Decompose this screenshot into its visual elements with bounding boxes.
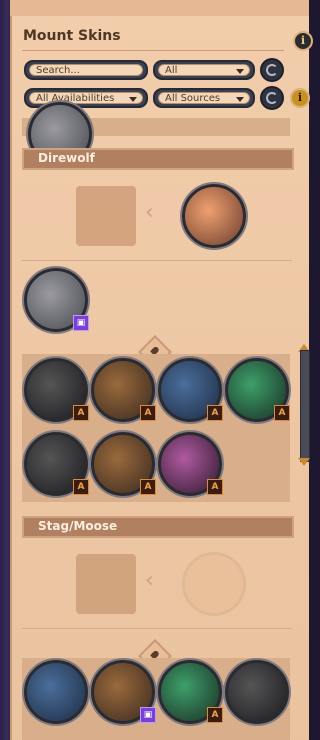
title-divider bbox=[22, 50, 284, 51]
twitch-icon: ▣ bbox=[140, 707, 156, 723]
info-icon[interactable]: i bbox=[290, 88, 310, 108]
mount-skin-portrait[interactable]: ▣ bbox=[91, 660, 156, 724]
mount-skin-portrait[interactable]: A bbox=[24, 432, 89, 496]
section-header-stag-moose: Stag/Moose bbox=[22, 516, 294, 538]
mount-skin-portrait[interactable] bbox=[24, 660, 88, 724]
info-icon[interactable]: i bbox=[293, 31, 313, 51]
panel-top-strip bbox=[10, 0, 309, 16]
mount-skin-portrait[interactable]: A bbox=[158, 432, 223, 496]
chevron-down-icon bbox=[236, 97, 244, 102]
reset-icon[interactable] bbox=[260, 58, 284, 82]
section-header-direwolf: Direwolf bbox=[22, 148, 294, 170]
twitch-icon: ▣ bbox=[73, 315, 89, 331]
chevron-down-icon bbox=[129, 97, 137, 102]
scroll-down-arrow[interactable] bbox=[298, 458, 310, 466]
mount-skin-placeholder bbox=[182, 552, 246, 616]
search-input[interactable]: Search... bbox=[24, 60, 148, 80]
type-dropdown[interactable]: All bbox=[153, 60, 255, 80]
scrollbar[interactable] bbox=[300, 350, 310, 462]
availability-dropdown-value[interactable]: All Availabilities bbox=[29, 92, 143, 104]
mount-skin-portrait[interactable]: A bbox=[158, 358, 223, 422]
chevron-left-icon: ‹ bbox=[145, 568, 154, 593]
mount-skin-portrait[interactable]: ▣ bbox=[24, 268, 89, 332]
mount-skin-portrait[interactable]: A bbox=[225, 358, 290, 422]
ascension-badge-icon: A bbox=[73, 479, 89, 495]
section-divider bbox=[22, 260, 292, 261]
reset-icon[interactable] bbox=[260, 86, 284, 110]
ascension-badge-icon: A bbox=[207, 707, 223, 723]
section-label: Direwolf bbox=[38, 151, 95, 165]
ascension-badge-icon: A bbox=[207, 479, 223, 495]
ascension-badge-icon: A bbox=[140, 405, 156, 421]
mount-skin-portrait[interactable]: A bbox=[91, 358, 156, 422]
ascension-badge-icon: A bbox=[140, 479, 156, 495]
ascension-badge-icon: A bbox=[274, 405, 290, 421]
stag-silhouette-icon bbox=[76, 554, 136, 614]
search-placeholder[interactable]: Search... bbox=[29, 64, 143, 76]
availability-dropdown[interactable]: All Availabilities bbox=[24, 88, 148, 108]
section-label: Stag/Moose bbox=[38, 519, 118, 533]
mount-skin-portrait[interactable]: A bbox=[158, 660, 223, 724]
ascension-badge-icon: A bbox=[207, 405, 223, 421]
chevron-down-icon bbox=[236, 69, 244, 74]
sources-dropdown[interactable]: All Sources bbox=[153, 88, 255, 108]
section-divider bbox=[22, 628, 292, 629]
mount-skin-portrait[interactable]: A bbox=[91, 432, 156, 496]
ascension-badge-icon: A bbox=[73, 405, 89, 421]
chevron-left-icon: ‹ bbox=[145, 200, 154, 225]
mount-skin-portrait[interactable] bbox=[182, 184, 246, 248]
mount-skin-portrait[interactable] bbox=[225, 660, 289, 724]
page-title: Mount Skins bbox=[23, 28, 121, 44]
mount-skin-portrait[interactable]: A bbox=[24, 358, 89, 422]
wolf-silhouette-icon bbox=[76, 186, 136, 246]
